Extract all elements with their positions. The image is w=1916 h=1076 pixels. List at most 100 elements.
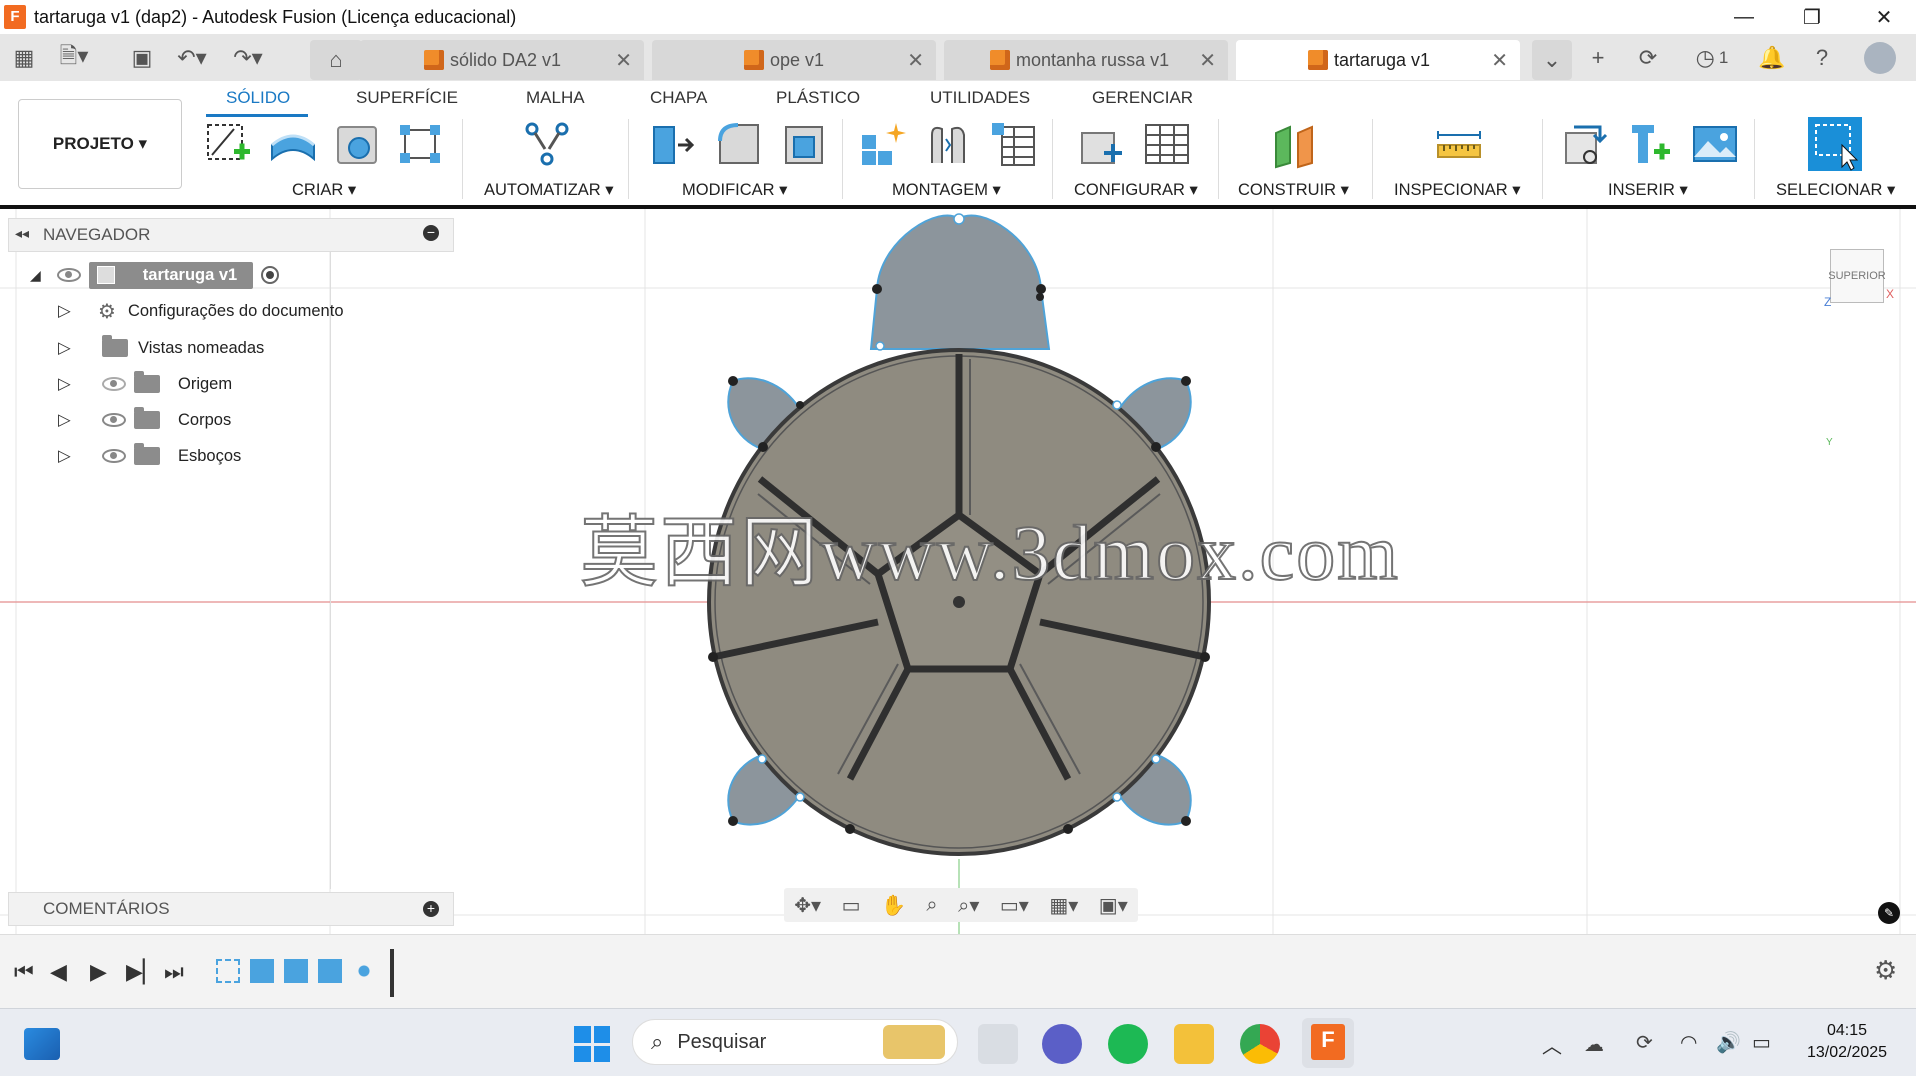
close-tab-icon[interactable]: ✕ — [615, 48, 632, 73]
spotify-icon[interactable] — [1108, 1024, 1148, 1064]
tab-superficie[interactable]: SUPERFÍCIE — [356, 88, 458, 108]
grid-settings-icon[interactable]: ▦▾ — [1049, 893, 1078, 918]
group-modificar[interactable]: MODIFICAR ▾ — [682, 180, 787, 200]
visibility-eye-icon[interactable] — [102, 449, 126, 463]
step-back-icon[interactable]: ◀ — [50, 959, 67, 985]
bill-of-materials-icon[interactable] — [988, 119, 1038, 169]
timeline-extrude-icon[interactable] — [318, 959, 342, 983]
expand-arrow-icon[interactable]: ▷ — [58, 374, 71, 394]
collapse-arrow-icon[interactable]: ◢ — [30, 267, 41, 284]
press-pull-icon[interactable] — [648, 119, 698, 169]
pattern-icon[interactable] — [396, 119, 446, 169]
activate-radio-icon[interactable] — [261, 266, 280, 284]
new-component-icon[interactable] — [858, 119, 908, 169]
timeline-pattern-icon[interactable] — [352, 959, 376, 983]
tab-ope[interactable]: ope v1 ✕ — [652, 40, 936, 80]
tree-item-vistas-nomeadas[interactable]: ▷ Vistas nomeadas — [58, 333, 264, 363]
measure-icon[interactable] — [1434, 119, 1484, 169]
insert-derive-icon[interactable] — [1560, 119, 1610, 169]
fillet-icon[interactable] — [714, 119, 764, 169]
close-tab-icon[interactable]: ✕ — [1491, 48, 1508, 73]
revolve-icon[interactable] — [332, 119, 382, 169]
file-explorer-icon[interactable] — [1174, 1024, 1214, 1064]
file-menu-icon[interactable]: 🗎▾ — [58, 42, 90, 74]
navigator-panel-header[interactable]: ◂◂ NAVEGADOR − — [8, 218, 454, 252]
job-status-icon[interactable]: ◷ 1 — [1684, 42, 1740, 74]
group-inspecionar[interactable]: INSPECIONAR ▾ — [1394, 180, 1521, 200]
chrome-icon[interactable] — [1240, 1024, 1280, 1064]
onedrive-error-icon[interactable]: ☁ — [1584, 1032, 1604, 1057]
group-automatizar[interactable]: AUTOMATIZAR ▾ — [484, 180, 614, 200]
minimize-button[interactable]: — — [1716, 0, 1772, 34]
viewcube[interactable]: SUPERIOR — [1828, 249, 1886, 303]
sync-icon[interactable]: ⟳ — [1636, 1030, 1653, 1055]
new-tab-plus-icon[interactable]: + — [1582, 42, 1614, 74]
joint-icon[interactable] — [924, 119, 974, 169]
taskbar-clock[interactable]: 04:15 13/02/2025 — [1792, 1020, 1902, 1064]
tab-tartaruga[interactable]: tartaruga v1 ✕ — [1236, 40, 1520, 80]
tab-malha[interactable]: MALHA — [526, 88, 585, 108]
timeline-extrude-icon[interactable] — [284, 959, 308, 983]
text-commands-icon[interactable]: ✎ — [1878, 902, 1900, 924]
minimize-panel-icon[interactable]: − — [423, 225, 439, 241]
tree-root[interactable]: ◢ tartaruga v1 — [30, 260, 280, 290]
task-view-icon[interactable] — [978, 1024, 1018, 1064]
user-avatar[interactable] — [1864, 42, 1896, 74]
notification-bell-icon[interactable]: 🔔 — [1756, 42, 1788, 74]
help-icon[interactable]: ? — [1806, 42, 1838, 74]
close-window-button[interactable]: ✕ — [1856, 0, 1912, 34]
apps-grid-icon[interactable]: ▦ — [8, 42, 40, 74]
go-to-end-icon[interactable]: ⏭ — [164, 959, 184, 985]
workspace-switcher-button[interactable]: PROJETO ▾ — [18, 99, 182, 189]
home-icon[interactable]: ⌂ — [310, 40, 362, 80]
collapse-panel-icon[interactable]: ◂◂ — [15, 225, 29, 242]
configuration-table-icon[interactable] — [1142, 119, 1192, 169]
tab-overflow-chevron-icon[interactable]: ⌄ — [1532, 40, 1572, 80]
restore-button[interactable]: ❐ — [1784, 0, 1840, 34]
shell-icon[interactable] — [780, 119, 830, 169]
close-tab-icon[interactable]: ✕ — [1199, 48, 1216, 73]
timeline-extrude-icon[interactable] — [250, 959, 274, 983]
battery-icon[interactable]: ▭ — [1752, 1030, 1771, 1055]
go-to-start-icon[interactable]: ⏮ — [14, 959, 34, 985]
taskbar-search-box[interactable]: ⌕ Pesquisar — [632, 1019, 958, 1065]
tree-item-origem[interactable]: ▷ Origem — [58, 369, 232, 399]
zoom-icon[interactable]: ⌕ — [926, 894, 937, 917]
group-montagem[interactable]: MONTAGEM ▾ — [892, 180, 1001, 200]
group-configurar[interactable]: CONFIGURAR ▾ — [1074, 180, 1198, 200]
orbit-icon[interactable]: ✥▾ — [794, 893, 821, 918]
comments-panel-header[interactable]: COMENTÁRIOS + — [8, 892, 454, 926]
meet-icon[interactable] — [1042, 1024, 1082, 1064]
look-at-icon[interactable]: ▭ — [842, 893, 861, 918]
timeline-settings-gear-icon[interactable]: ⚙ — [1874, 955, 1897, 986]
insert-mcmaster-icon[interactable] — [1626, 119, 1676, 169]
configure-icon[interactable] — [1078, 119, 1128, 169]
insert-canvas-image-icon[interactable] — [1690, 119, 1740, 169]
create-sketch-icon[interactable] — [204, 119, 254, 169]
volume-icon[interactable]: 🔊 — [1716, 1030, 1741, 1055]
tree-item-configuracoes[interactable]: ▷ ⚙ Configurações do documento — [58, 296, 344, 326]
expand-arrow-icon[interactable]: ▷ — [58, 301, 71, 321]
tree-item-esbocos[interactable]: ▷ Esboços — [58, 441, 241, 471]
select-icon[interactable] — [1806, 115, 1864, 173]
group-inserir[interactable]: INSERIR ▾ — [1608, 180, 1688, 200]
tab-plastico[interactable]: PLÁSTICO — [776, 88, 860, 108]
close-tab-icon[interactable]: ✕ — [907, 48, 924, 73]
expand-arrow-icon[interactable]: ▷ — [58, 338, 71, 358]
save-icon[interactable]: ▣ — [126, 42, 158, 74]
fusion-taskbar-button[interactable]: F — [1302, 1018, 1354, 1068]
tab-utilidades[interactable]: UTILIDADES — [930, 88, 1030, 108]
widgets-icon[interactable] — [24, 1028, 60, 1060]
windows-start-icon[interactable] — [574, 1026, 610, 1062]
tab-gerenciar[interactable]: GERENCIAR — [1092, 88, 1193, 108]
extrude-icon[interactable] — [268, 119, 318, 169]
pan-hand-icon[interactable]: ✋ — [881, 893, 906, 918]
redo-icon[interactable]: ↷▾ — [232, 42, 264, 74]
expand-arrow-icon[interactable]: ▷ — [58, 446, 71, 466]
tab-solido[interactable]: SÓLIDO — [226, 88, 290, 108]
tree-item-corpos[interactable]: ▷ Corpos — [58, 405, 231, 435]
expand-arrow-icon[interactable]: ▷ — [58, 410, 71, 430]
root-component[interactable]: tartaruga v1 — [88, 261, 254, 289]
display-settings-icon[interactable]: ▭▾ — [1000, 893, 1029, 918]
tab-chapa[interactable]: CHAPA — [650, 88, 707, 108]
